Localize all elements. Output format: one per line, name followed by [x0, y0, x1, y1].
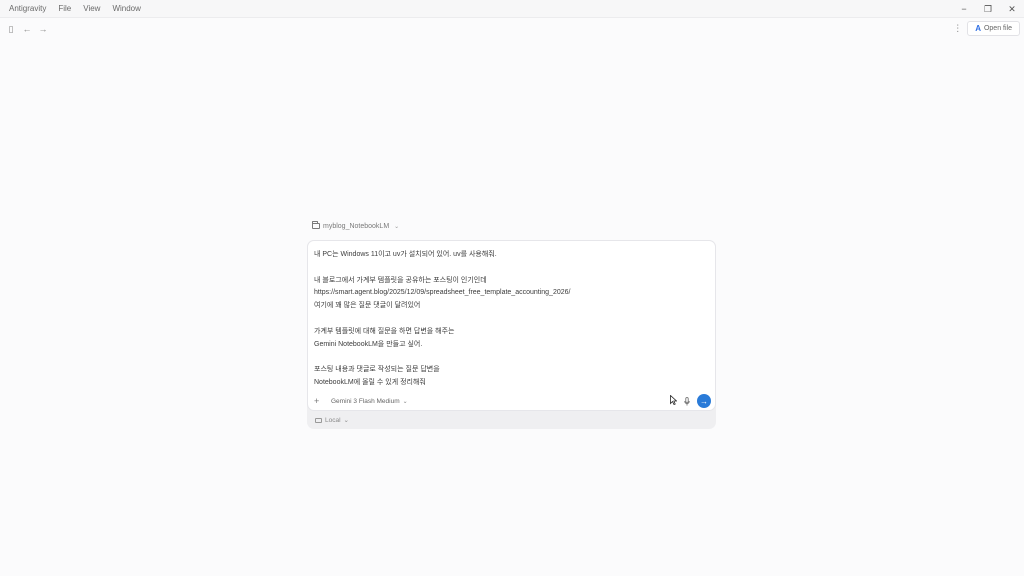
send-button[interactable]: → — [697, 394, 711, 408]
sidebar-toggle-icon[interactable]: ▯ — [4, 22, 18, 36]
menu-file[interactable]: File — [52, 0, 77, 18]
laptop-icon — [315, 417, 322, 423]
menu-app[interactable]: Antigravity — [0, 0, 52, 18]
model-name: Gemini 3 Flash Medium — [331, 397, 400, 405]
prompt-input[interactable]: 내 PC는 Windows 11이고 uv가 설치되어 있어. uv를 사용해줘… — [307, 240, 716, 411]
open-file-label: Open file — [983, 25, 1012, 32]
folder-icon — [312, 221, 320, 229]
microphone-icon[interactable] — [683, 396, 691, 406]
prompt-line: Gemini NotebookLM을 만들고 싶어. — [314, 340, 423, 348]
composer-actions: → — [670, 394, 711, 408]
back-arrow-icon[interactable]: ← — [20, 22, 34, 36]
restore-button[interactable]: ❐ — [976, 0, 1000, 18]
prompt-blank-line — [314, 351, 710, 364]
toolbar: ▯ ← → ⋮ A Open file — [0, 19, 1024, 39]
prompt-line: 가계부 템플릿에 대해 질문을 하면 답변을 해주는 — [314, 327, 455, 335]
prompt-blank-line — [314, 262, 710, 275]
composer-footer: + Gemini 3 Flash Medium ⌄ → — [314, 394, 711, 408]
prompt-line: 여기에 꽤 많은 질문 댓글이 달려있어 — [314, 302, 421, 310]
prompt-line: 내 PC는 Windows 11이고 uv가 설치되어 있어. uv를 사용해줘… — [314, 251, 497, 258]
title-bar: Antigravity File View Window − ❐ ✕ — [0, 0, 1024, 18]
open-file-button[interactable]: A Open file — [967, 21, 1020, 36]
workspace-selector[interactable]: myblog_NotebookLM ⌄ — [312, 220, 399, 232]
model-selector[interactable]: Gemini 3 Flash Medium ⌄ — [331, 398, 408, 405]
menu-view[interactable]: View — [77, 0, 106, 18]
chevron-down-icon: ⌄ — [394, 223, 400, 230]
prompt-blank-line — [314, 313, 710, 326]
prompt-line: 내 블로그에서 가계부 템플릿을 공유하는 포스팅이 인기인데 — [314, 276, 487, 284]
close-button[interactable]: ✕ — [1000, 0, 1024, 18]
prompt-line: https://smart.agent.blog/2025/12/09/spre… — [314, 289, 571, 297]
forward-arrow-icon[interactable]: → — [36, 22, 50, 36]
antigravity-logo-icon: A — [975, 24, 981, 33]
prompt-line: NotebookLM에 올릴 수 있게 정리해줘 — [314, 378, 426, 386]
environment-selector[interactable]: Local ⌄ — [315, 415, 349, 425]
window-controls: − ❐ ✕ — [952, 0, 1024, 18]
chevron-down-icon: ⌄ — [402, 398, 408, 405]
minimize-button[interactable]: − — [952, 0, 976, 18]
composer-container: 내 PC는 Windows 11이고 uv가 설치되어 있어. uv를 사용해줘… — [307, 240, 716, 429]
toolbar-right: ⋮ A Open file — [953, 21, 1020, 36]
prompt-line: 포스팅 내용과 댓글로 작성되는 질문 답변을 — [314, 366, 440, 374]
more-options-icon[interactable]: ⋮ — [953, 23, 962, 34]
chevron-down-icon: ⌄ — [343, 417, 349, 424]
mouse-cursor-icon — [670, 394, 678, 407]
environment-label: Local — [325, 416, 341, 424]
workspace-name: myblog_NotebookLM — [323, 222, 390, 230]
prompt-text[interactable]: 내 PC는 Windows 11이고 uv가 설치되어 있어. uv를 사용해줘… — [314, 249, 710, 390]
add-context-icon[interactable]: + — [314, 396, 324, 406]
menu-window[interactable]: Window — [106, 0, 146, 18]
